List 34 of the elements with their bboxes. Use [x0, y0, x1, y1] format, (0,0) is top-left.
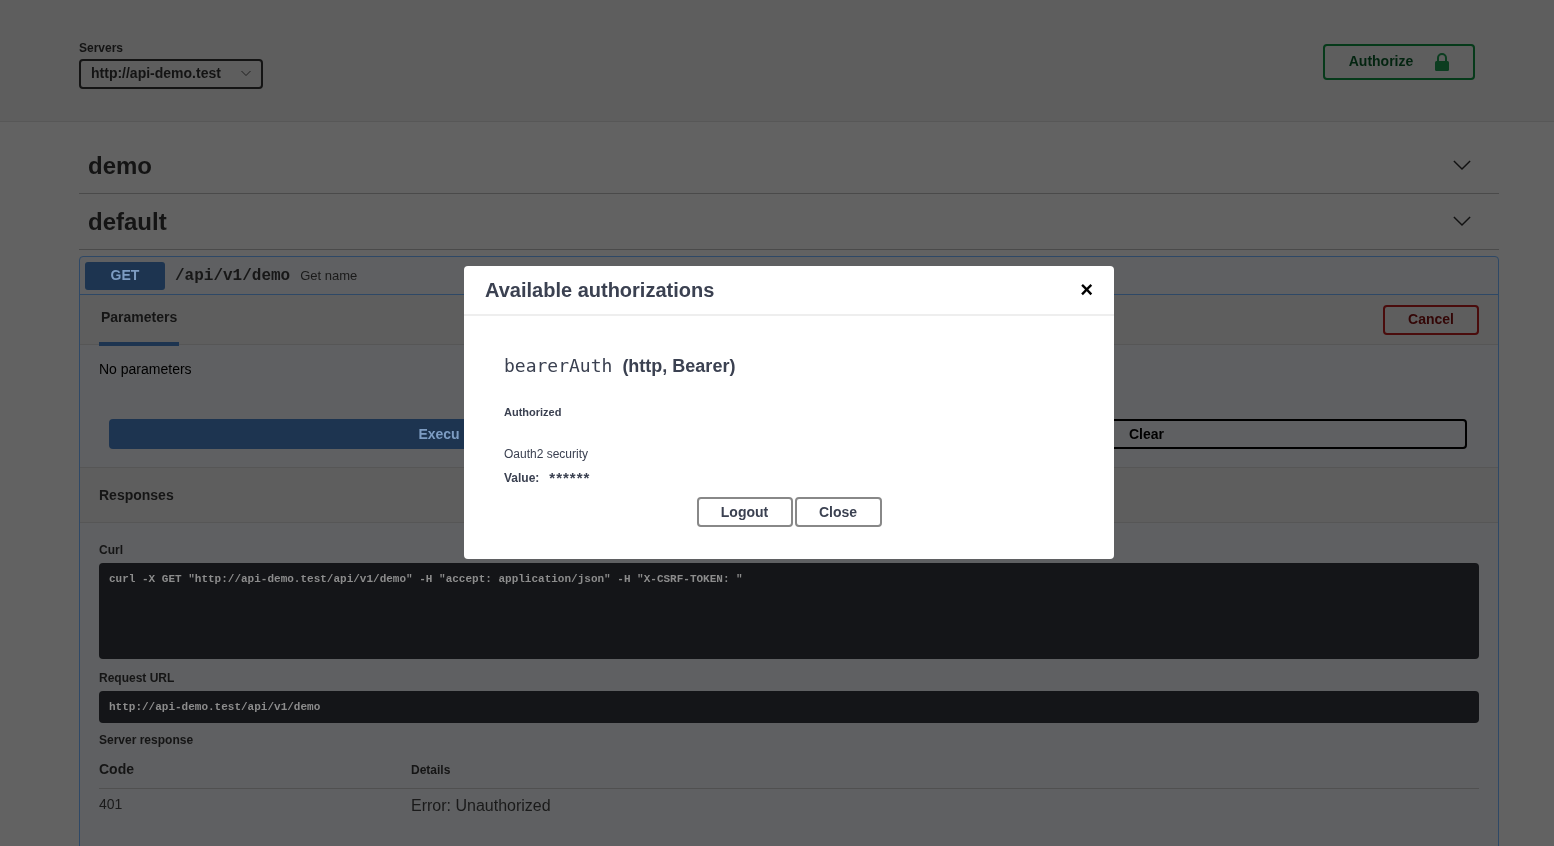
scheme-name: bearerAuth — [504, 354, 613, 378]
servers-label: Servers — [79, 39, 125, 57]
chevron-down-icon — [1453, 160, 1471, 171]
authorize-button[interactable]: Authorize — [1323, 43, 1475, 80]
masked-value: ****** — [549, 467, 591, 488]
request-url-block: http://api-demo.test/api/v1/demo — [99, 691, 1479, 723]
dialog-title: Available authorizations — [485, 278, 715, 303]
section-header[interactable]: demo — [79, 138, 1499, 194]
column-header: Code — [99, 760, 135, 779]
curl-code-block: curl -X GET "http://api-demo.test/api/v1/demo" -H "accept: application/json" -H "X-CSRF-TOKEN: " — [99, 563, 1479, 659]
section-header[interactable]: default — [79, 194, 1499, 250]
cancel-button[interactable]: Cancel — [1383, 304, 1479, 335]
responses-heading: Responses — [99, 485, 174, 505]
server-response-label: Server response — [99, 732, 195, 749]
authorized-status: Authorized — [504, 405, 562, 420]
server-select[interactable]: http://api-demo.test — [79, 58, 263, 89]
chevron-down-icon — [1453, 216, 1471, 227]
request-url-label: Request URL — [99, 670, 176, 687]
scheme-type: (http, Bearer) — [622, 355, 736, 378]
close-button[interactable]: × — [1080, 279, 1093, 301]
chevron-down-icon — [241, 70, 251, 77]
dialog-close-button[interactable]: Close — [794, 497, 882, 527]
logout-button[interactable]: Logout — [696, 497, 793, 527]
method-badge: GET — [85, 261, 165, 290]
lock-icon — [1435, 52, 1450, 71]
curl-label: Curl — [99, 542, 124, 559]
endpoint-path: /api/v1/demo — [175, 265, 291, 287]
response-details: Error: Unauthorized — [411, 796, 551, 816]
no-parameters-text: No parameters — [99, 361, 192, 377]
column-header: Details — [411, 762, 451, 779]
parameters-tab[interactable]: Parameters — [99, 293, 180, 346]
response-code: 401 — [99, 795, 124, 814]
value-label: Value: — [504, 469, 540, 487]
endpoint-summary: Get name — [300, 266, 358, 285]
